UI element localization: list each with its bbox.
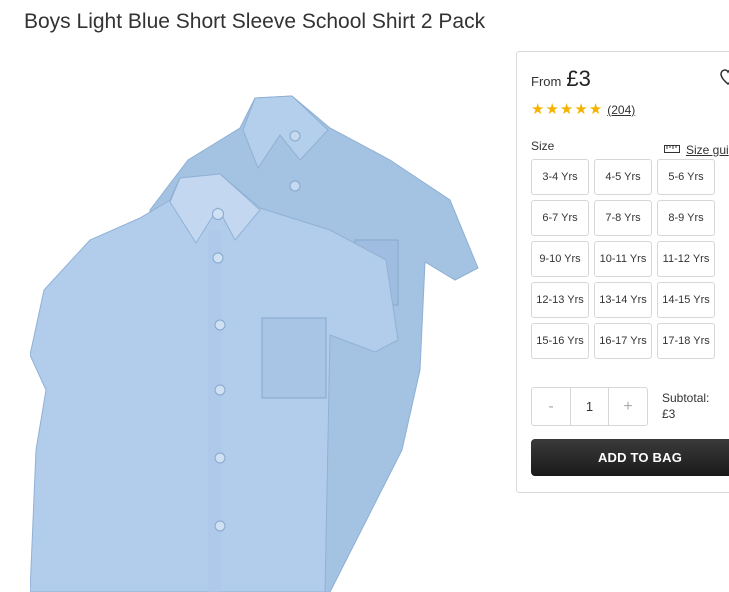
size-option[interactable]: 5-6 Yrs [657, 159, 715, 195]
size-option[interactable]: 11-12 Yrs [657, 241, 715, 277]
add-to-bag-button[interactable]: ADD TO BAG [531, 439, 729, 476]
size-option[interactable]: 12-13 Yrs [531, 282, 589, 318]
price-from-label: From [531, 74, 562, 89]
star-rating: ★ ★ ★ ★ ★ [531, 102, 602, 117]
subtotal-label: Subtotal: [662, 391, 710, 405]
size-guide-link[interactable]: Size gui [664, 141, 729, 159]
add-to-bag-label: ADD TO BAG [597, 450, 683, 465]
quantity-increase-button[interactable]: + [609, 388, 647, 425]
size-guide-label: Size gui [686, 143, 729, 157]
star-icon: ★ [531, 101, 545, 118]
quantity-stepper: - + [531, 387, 648, 426]
size-option[interactable]: 15-16 Yrs [531, 323, 589, 359]
product-image [30, 90, 490, 592]
star-icon: ★ [574, 101, 588, 118]
heart-icon[interactable] [720, 68, 729, 86]
size-options: 3-4 Yrs 4-5 Yrs 5-6 Yrs 6-7 Yrs 7-8 Yrs … [531, 159, 721, 359]
size-option[interactable]: 9-10 Yrs [531, 241, 589, 277]
review-count-link[interactable]: (204) [607, 103, 635, 117]
size-option[interactable]: 3-4 Yrs [531, 159, 589, 195]
star-icon: ★ [588, 101, 603, 118]
star-icon: ★ [545, 101, 559, 118]
size-option[interactable]: 4-5 Yrs [594, 159, 652, 195]
quantity-decrease-button[interactable]: - [532, 388, 570, 425]
size-option[interactable]: 6-7 Yrs [531, 200, 589, 236]
subtotal: Subtotal: £3 [662, 390, 709, 422]
size-option[interactable]: 10-11 Yrs [594, 241, 652, 277]
size-option[interactable]: 7-8 Yrs [594, 200, 652, 236]
purchase-panel: From £3 ★ ★ ★ ★ ★ (204) Size Size gui 3-… [516, 51, 729, 493]
size-option[interactable]: 14-15 Yrs [657, 282, 715, 318]
rating-row: ★ ★ ★ ★ ★ (204) [531, 102, 635, 117]
size-option[interactable]: 16-17 Yrs [594, 323, 652, 359]
quantity-input[interactable] [570, 388, 609, 425]
size-option[interactable]: 8-9 Yrs [657, 200, 715, 236]
size-option[interactable]: 17-18 Yrs [657, 323, 715, 359]
size-label: Size [531, 139, 555, 153]
product-title: Boys Light Blue Short Sleeve School Shir… [24, 10, 486, 33]
price-row: From £3 [531, 66, 591, 92]
ruler-icon [664, 141, 680, 159]
product-page: Boys Light Blue Short Sleeve School Shir… [0, 0, 729, 592]
size-option[interactable]: 13-14 Yrs [594, 282, 652, 318]
subtotal-value: £3 [662, 407, 676, 421]
price-value: £3 [566, 66, 591, 91]
star-icon: ★ [559, 101, 574, 118]
